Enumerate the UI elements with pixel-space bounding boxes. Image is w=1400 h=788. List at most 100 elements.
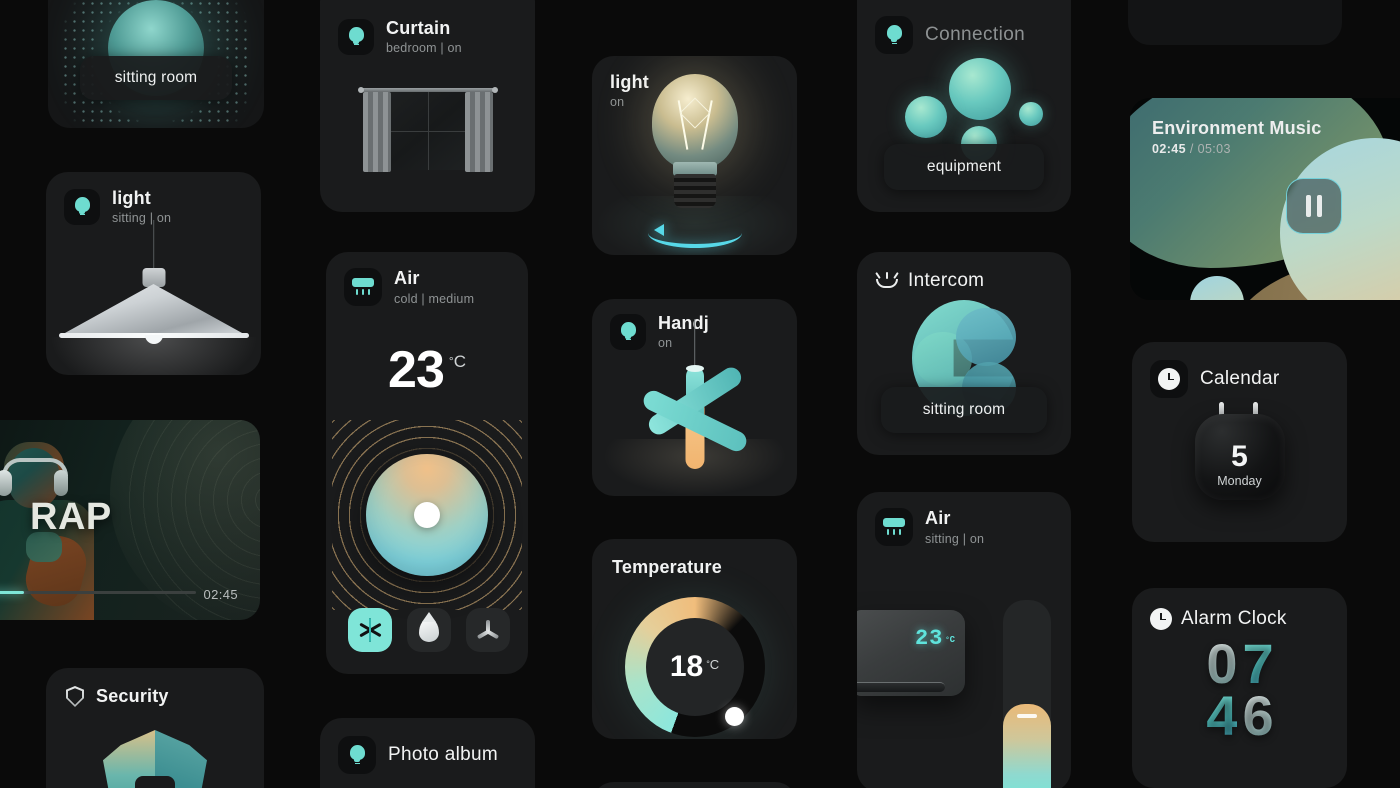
card-security[interactable]: Security [46,668,264,788]
air-mode-buttons [348,608,510,652]
card-intercom[interactable]: Intercom sitting room [857,252,1071,455]
bulb-light-subtitle: on [610,95,625,110]
card-curtain[interactable]: Curtain bedroom | on [320,0,535,212]
intercom-title: Intercom [908,270,985,291]
card-alarm-clock[interactable]: Alarm Clock 0 7 4 6 [1132,588,1347,788]
air-temperature-value: 23 [388,341,445,399]
card-photo-album[interactable]: Photo album [320,718,535,788]
card-light-pendant[interactable]: light sitting | on [46,172,261,375]
handj-title: Handj [658,313,710,333]
temperature-gauge-arc[interactable]: 18 °C [624,597,765,737]
card-partial-empty[interactable] [1128,0,1342,45]
card-rap-player[interactable]: R RAP 02:45 [0,420,260,620]
connection-title: Connection [925,24,1026,46]
mode-dry-button[interactable] [407,608,451,652]
ac-level-slider-grip[interactable] [1017,714,1037,718]
rap-progress-track[interactable] [0,591,196,594]
music-elapsed: 02:45 [1152,142,1186,156]
curtain-header: Curtain bedroom | on [338,18,462,55]
gauge-handle-dot[interactable] [724,707,744,726]
connection-bubble-large [949,58,1011,120]
music-total: / 05:03 [1189,142,1231,156]
rap-word-main: RAP [30,496,112,538]
refresh-arrow-icon[interactable] [647,218,742,248]
alarm-clock-header: Alarm Clock [1150,608,1287,630]
sitting-room-pill[interactable]: sitting room [80,56,232,100]
light-pendant-header: light sitting | on [64,188,171,225]
pause-button[interactable] [1286,178,1342,234]
alarm-digit-h1: 0 [1206,632,1237,695]
intercom-room-pill[interactable]: sitting room [881,387,1047,433]
air-temperature-readout: 23 °C [388,344,466,396]
card-partial-bottom[interactable] [592,782,797,788]
card-air-ac-unit[interactable]: Air sitting | on 23 °C [857,492,1071,788]
curtain-title: Curtain [386,18,451,38]
curtain-left [362,92,391,172]
dial-knob[interactable] [414,502,440,528]
dashboard-root: sitting room light sitting | on RAP 02:4… [0,0,1400,788]
rap-progress-fill [0,591,24,594]
air-temperature-dial[interactable] [332,420,522,610]
gauge-value: 18 [669,650,704,683]
card-calendar[interactable]: Calendar 5 Monday [1132,342,1347,542]
bulb-icon [64,188,100,225]
bulb-icon [338,736,376,774]
mode-cool-button[interactable] [348,608,392,652]
mode-fan-button[interactable] [466,608,510,652]
temperature-title: Temperature [612,557,722,577]
alarm-hours-row: 0 7 [1175,632,1305,695]
ac-vent-louver [857,682,945,692]
ac-led-display: 23 °C [915,626,955,651]
alarm-time-display[interactable]: 0 7 4 6 [1175,632,1305,747]
calendar-illustration: 5 Monday [1194,402,1285,500]
light-pendant-title: light [112,188,151,208]
calendar-title: Calendar [1200,368,1280,390]
connection-header: Connection [875,16,1025,54]
music-time: 02:45 / 05:03 [1152,142,1231,156]
handj-cord [693,319,696,369]
alarm-digit-m2: 6 [1242,683,1274,747]
light-pendant-subtitle: sitting | on [112,211,172,226]
intercom-header: Intercom [875,270,984,291]
air-ac-subtitle: sitting | on [925,531,985,546]
alarm-digit-h2: 7 [1242,632,1274,695]
ac-led-unit: °C [945,635,955,645]
air-control-header: Air cold | medium [344,268,474,306]
pendant-shade [59,284,248,336]
shield-icon [66,686,84,707]
pause-bar-right [1317,195,1322,217]
card-handj-lamp[interactable]: Handj on [592,299,797,496]
air-ac-header: Air sitting | on [875,508,984,546]
bulb-light-title: light [610,72,649,92]
air-control-subtitle: cold | medium [394,291,475,306]
air-control-title: Air [394,268,420,289]
ac-led-value: 23 [914,626,944,651]
bulb-icon [875,16,913,54]
curtain-right [464,92,493,172]
equipment-pill[interactable]: equipment [884,144,1044,190]
handj-tube-cap [685,365,704,372]
security-title: Security [96,686,169,707]
air-conditioner-icon [875,508,913,546]
calendar-day-number: 5 [1231,440,1248,473]
alarm-clock-title: Alarm Clock [1181,608,1287,630]
bulb-icon [338,18,374,55]
gauge-value-readout: 18 °C [670,652,719,682]
security-header: Security [66,686,169,707]
card-air-control[interactable]: Air cold | medium 23 °C [326,252,528,674]
card-temperature[interactable]: Temperature 18 °C [592,539,797,739]
card-sitting-room[interactable]: sitting room [48,0,264,128]
card-environment-music[interactable]: Environment Music 02:45 / 05:03 [1130,98,1400,300]
ringing-phone-icon [875,271,899,290]
air-ac-title: Air [925,508,951,529]
music-title: Environment Music [1152,118,1322,138]
curtain-subtitle: bedroom | on [386,41,462,56]
card-bulb-light[interactable]: light on [592,56,797,255]
connection-bubble-small [1019,102,1043,126]
card-connection[interactable]: Connection equipment [857,0,1071,212]
bulb-screw-base [673,174,716,208]
alarm-minutes-row: 4 6 [1175,683,1305,747]
bulb-icon [610,313,646,350]
air-temperature-unit: °C [448,352,466,371]
bulb-light-header: light on [610,72,649,109]
